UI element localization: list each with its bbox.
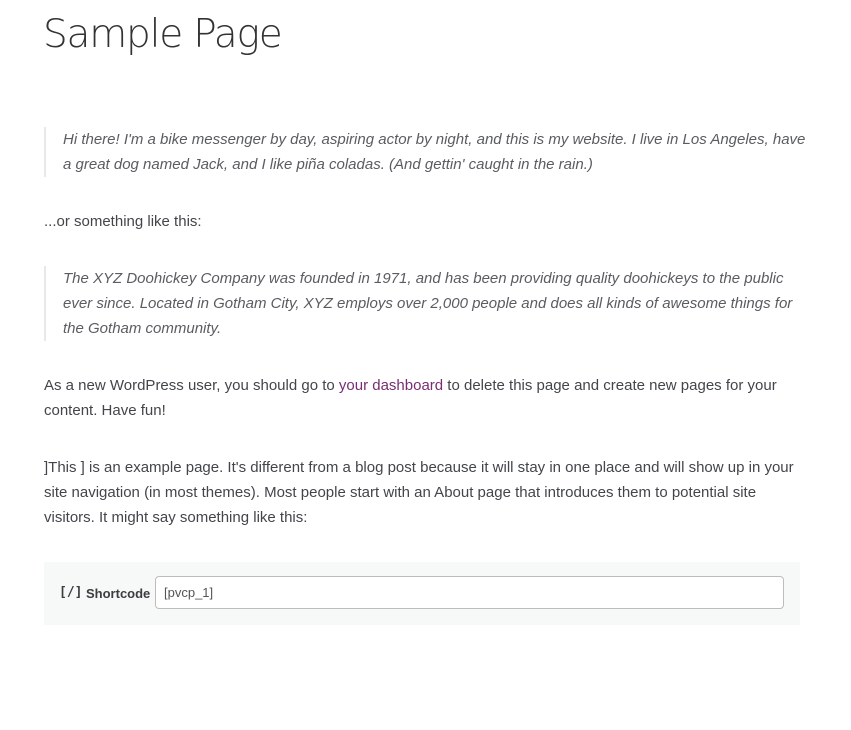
shortcode-icon: [/] [59,585,83,600]
shortcode-box: [/] Shortcode [44,562,800,625]
page-title: Sample Page [43,12,283,57]
paragraph-wordpress-user: As a new WordPress user, you should go t… [44,373,804,423]
blockquote-xyz-company: The XYZ Doohickey Company was founded in… [44,266,811,341]
paragraph-something-like-this: ...or something like this: [44,213,202,230]
dashboard-link[interactable]: your dashboard [339,377,443,394]
shortcode-label: Shortcode [86,586,151,601]
shortcode-input[interactable] [155,576,784,609]
paragraph-example-page: ]This ] is an example page. It's differe… [44,459,794,526]
paragraph-text-before-link: As a new WordPress user, you should go t… [44,377,339,394]
blockquote-bike-messenger: Hi there! I'm a bike messenger by day, a… [44,127,811,177]
page: Sample Page Hi there! I'm a bike messeng… [0,0,851,730]
